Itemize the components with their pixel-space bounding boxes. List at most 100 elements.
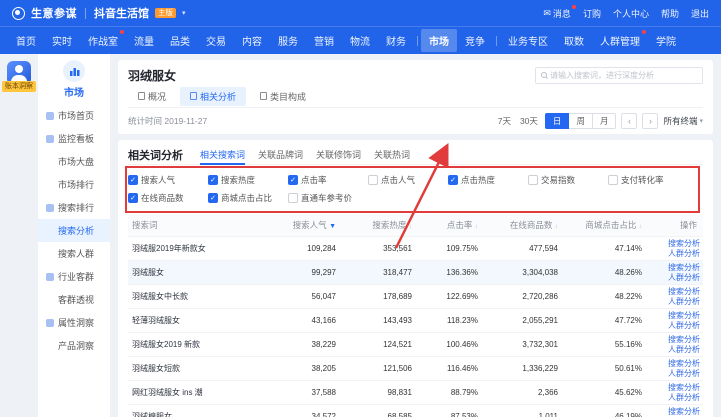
unit-day-button[interactable]: 日 [545,113,570,129]
search-icon [541,72,547,78]
search-analysis-link[interactable]: 搜索分析 [668,263,700,273]
logout-link[interactable]: 退出 [691,7,709,20]
sidebar-item-search-analysis[interactable]: 搜索分析 [38,219,110,242]
col-online-products[interactable]: 在线商品数 ↕ [484,219,564,231]
nav-item-fuwu[interactable]: 服务 [270,29,306,52]
nav-item-label: 人群管理 [600,37,640,48]
search-analysis-link[interactable]: 搜索分析 [668,359,700,369]
search-analysis-link[interactable]: 搜索分析 [668,287,700,297]
metric-click-heat[interactable]: 点击热度 [448,174,528,186]
sidebar-item-search-audience[interactable]: 搜索人群 [38,242,110,265]
metric-search-popularity[interactable]: 搜索人气 [128,174,208,186]
value-cell: 118.23% [418,316,484,325]
personal-center-link[interactable]: 个人中心 [613,7,649,20]
keyword-card: 羽绒服女 概况 相关分析 类目构成 统计时间 2019-11-27 7天 [118,60,713,134]
tab-related-analysis[interactable]: 相关分析 [180,87,246,106]
tab-category-composition[interactable]: 类目构成 [250,87,316,106]
audience-analysis-link[interactable]: 人群分析 [668,321,700,331]
nav-item-shishi[interactable]: 实时 [44,29,80,52]
sidebar-item-search-ranking[interactable]: 搜索排行 [38,196,110,219]
range-7d-button[interactable]: 7天 [496,115,513,127]
subtab-modifier-words[interactable]: 关联修饰词 [316,145,361,164]
value-cell: 353,561 [342,244,418,253]
search-analysis-link[interactable]: 搜索分析 [668,407,700,417]
value-cell: 2,720,286 [484,292,564,301]
nav-item-jiaoyi[interactable]: 交易 [198,29,234,52]
search-analysis-link[interactable]: 搜索分析 [668,311,700,321]
order-link[interactable]: 订购 [583,7,601,20]
nav-item-neirong[interactable]: 内容 [234,29,270,52]
sort-icon: ↕ [409,223,412,230]
nav-item-zuozhanshi[interactable]: 作战室 [80,29,126,52]
metric-click-rate[interactable]: 点击率 [288,174,368,186]
audience-analysis-link[interactable]: 人群分析 [668,273,700,283]
metric-ztc-reference-price[interactable]: 直通车参考价 [288,192,368,204]
metric-online-products[interactable]: 在线商品数 [128,192,208,204]
metric-click-popularity[interactable]: 点击人气 [368,174,448,186]
nav-item-yewuzhuanqu[interactable]: 业务专区 [500,29,556,52]
main-content: 羽绒服女 概况 相关分析 类目构成 统计时间 2019-11-27 7天 [110,54,721,417]
range-30d-button[interactable]: 30天 [518,115,540,127]
value-cell: 68,585 [342,412,418,417]
nav-item-liuliang[interactable]: 流量 [126,29,162,52]
sidebar-item-market-home[interactable]: 市场首页 [38,104,110,127]
audience-analysis-link[interactable]: 人群分析 [668,297,700,307]
sidebar-item-market-ranking[interactable]: 市场排行 [38,173,110,196]
subtab-hot-words[interactable]: 关联热词 [374,145,410,164]
sidebar-item-monitor-board[interactable]: 监控看板 [38,127,110,150]
nav-item-xueyuan[interactable]: 学院 [648,29,684,52]
audience-analysis-link[interactable]: 人群分析 [668,369,700,379]
module-header-market[interactable]: 市场 [38,60,110,99]
left-rail: 账本洞察 [0,54,38,417]
nav-item-qushu[interactable]: 取数 [556,29,592,52]
subtab-brand-words[interactable]: 关联品牌词 [258,145,303,164]
terminal-select[interactable]: 所有终端 ▾ [663,115,703,127]
sidebar-item-attribute-insight[interactable]: 属性洞察 [38,311,110,334]
sidebar-item-market-overview[interactable]: 市场大盘 [38,150,110,173]
col-click-rate[interactable]: 点击率 ↕ [418,219,484,231]
chevron-down-icon[interactable]: ▾ [182,9,186,17]
subtab-related-search-words[interactable]: 相关搜索词 [200,145,245,164]
keyword-cell: 轻薄羽绒服女 [128,315,266,326]
metric-mall-click-share[interactable]: 商城点击占比 [208,192,288,204]
search-analysis-link[interactable]: 搜索分析 [668,383,700,393]
nav-item-wuliu[interactable]: 物流 [342,29,378,52]
home-icon [46,112,54,120]
audience-analysis-link[interactable]: 人群分析 [668,345,700,355]
metric-checkbox-area: 搜索人气 搜索热度 点击率 点击人气 点击热度 交易指数 支付转化率 在线商品数… [128,165,703,214]
keyword-search-box[interactable] [535,67,703,84]
metric-payment-conversion[interactable]: 支付转化率 [608,174,688,186]
sidebar-item-product-insight[interactable]: 产品洞察 [38,334,110,357]
sidebar-item-audience-insight[interactable]: 客群透视 [38,288,110,311]
metric-search-heat[interactable]: 搜索热度 [208,174,288,186]
section-title: 相关词分析 [128,147,183,163]
messages-link[interactable]: ✉ 消息 [543,7,571,20]
metric-transaction-index[interactable]: 交易指数 [528,174,608,186]
unit-week-button[interactable]: 周 [568,113,593,129]
nav-item-jingzheng[interactable]: 竞争 [457,29,493,52]
prev-period-button[interactable]: ‹ [621,113,637,129]
col-mall-click-share[interactable]: 商城点击占比 ↕ [564,219,648,231]
audience-analysis-link[interactable]: 人群分析 [668,249,700,259]
col-search-heat[interactable]: 搜索热度 ↕ [342,219,418,231]
nav-item-shichang[interactable]: 市场 [421,29,457,52]
sycm-logo-icon [12,7,25,20]
value-cell: 477,594 [484,244,564,253]
search-input[interactable] [550,71,697,80]
sidebar-item-industry-audience[interactable]: 行业客群 [38,265,110,288]
unit-month-button[interactable]: 月 [592,113,617,129]
checkbox-icon [208,175,218,185]
col-search-popularity[interactable]: 搜索人气 ▼ [266,219,342,231]
mail-icon: ✉ [543,8,551,19]
search-analysis-link[interactable]: 搜索分析 [668,239,700,249]
nav-item-caiwu[interactable]: 财务 [378,29,414,52]
tab-overview[interactable]: 概况 [128,87,176,106]
nav-item-pinlei[interactable]: 品类 [162,29,198,52]
help-link[interactable]: 帮助 [661,7,679,20]
nav-item-shouye[interactable]: 首页 [8,29,44,52]
nav-item-renqunguanli[interactable]: 人群管理 [592,29,648,52]
nav-item-yingxiao[interactable]: 营销 [306,29,342,52]
next-period-button[interactable]: › [642,113,658,129]
audience-analysis-link[interactable]: 人群分析 [668,393,700,403]
search-analysis-link[interactable]: 搜索分析 [668,335,700,345]
